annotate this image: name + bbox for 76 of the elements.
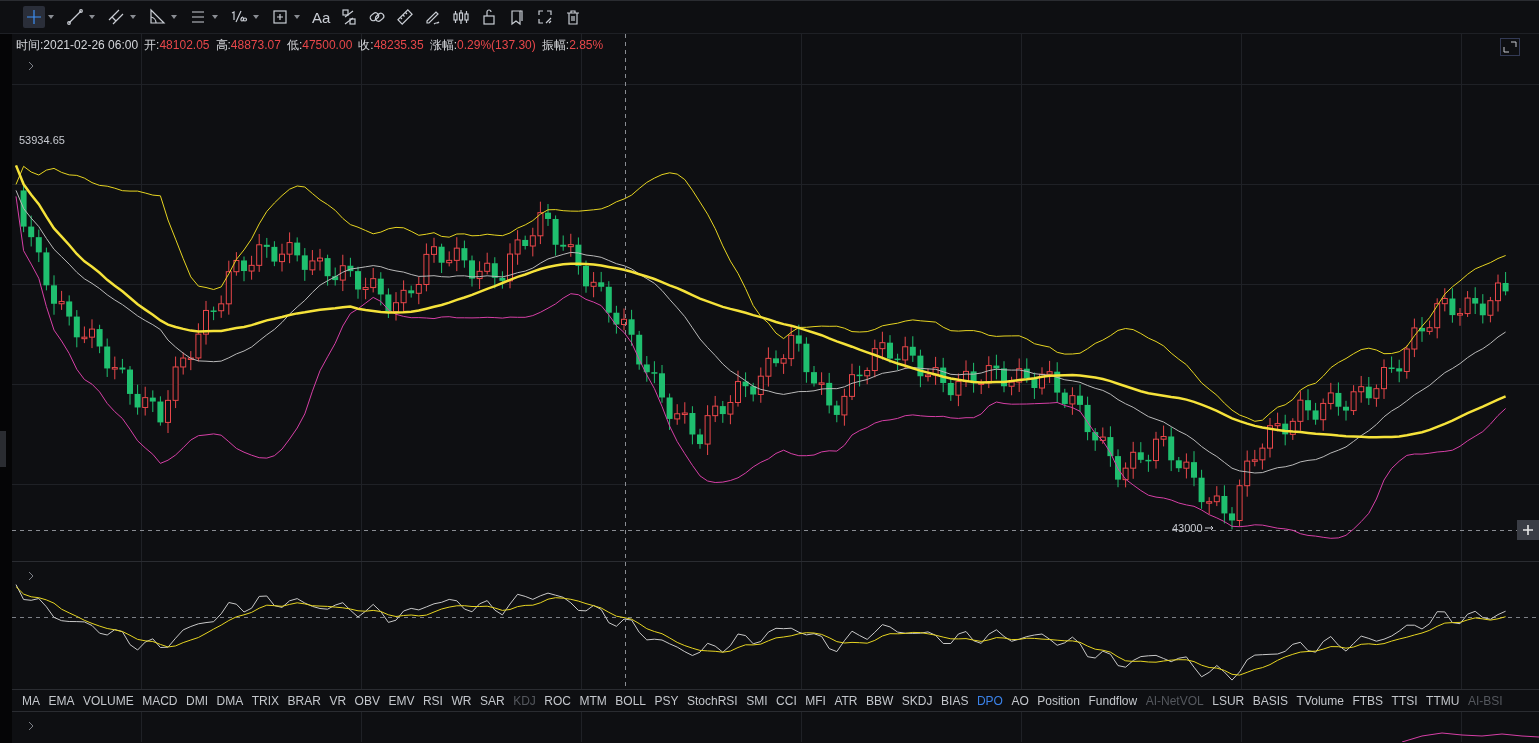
indicator-tab[interactable]: EMV	[388, 693, 415, 708]
snapshot-icon	[536, 8, 555, 26]
caret-icon[interactable]	[89, 15, 95, 19]
indicator-tab[interactable]: Fundflow	[1088, 693, 1138, 708]
info-label: 涨幅:	[429, 38, 458, 52]
horizontal-lines-icon	[189, 8, 207, 26]
indicator-tab[interactable]: VOLUME	[83, 693, 134, 708]
arrow-icon	[1204, 525, 1215, 531]
indicator-tab[interactable]: ROC	[544, 693, 571, 708]
indicator-tab[interactable]: SAR	[479, 693, 505, 708]
indicator-tab[interactable]: MFI	[805, 693, 826, 708]
indicator-tab[interactable]: TRIX	[251, 693, 280, 708]
indicator-tab[interactable]: RSI	[422, 693, 443, 708]
indicator-tab[interactable]: DMA	[216, 693, 244, 708]
indicator-tab[interactable]: SMI	[746, 693, 768, 708]
angle-icon	[148, 8, 166, 26]
info-label: 收:	[358, 38, 374, 52]
caret-icon[interactable]	[253, 15, 259, 19]
info-label: 低:	[286, 38, 303, 52]
indicator-tab[interactable]: BIAS	[941, 693, 969, 708]
info-value: 48102.05	[159, 38, 210, 52]
line-tool-icon	[66, 8, 84, 26]
parallel-lines-icon	[107, 8, 125, 26]
plus-icon	[1523, 525, 1533, 535]
fullscreen-icon[interactable]	[1500, 38, 1520, 56]
indicator-tab[interactable]: BASIS	[1252, 693, 1289, 708]
price-label: 53934.65	[19, 134, 65, 146]
indicator-tab[interactable]: VR	[329, 693, 347, 708]
info-label: 时间:	[16, 38, 44, 52]
indicator-tab[interactable]: BRAR	[287, 693, 321, 708]
indicator-tab[interactable]: BBW	[866, 693, 894, 708]
caret-icon[interactable]	[171, 15, 177, 19]
text-tool-button[interactable]: Aa	[310, 6, 333, 28]
info-value: 0.29%(137.30)	[457, 38, 536, 52]
box-plus-icon	[271, 8, 289, 26]
indicator-tab[interactable]: Position	[1037, 693, 1080, 708]
indicator-tab[interactable]: LSUR	[1212, 693, 1245, 708]
indicator-tab[interactable]: DPO	[976, 693, 1003, 708]
caret-icon[interactable]	[48, 15, 54, 19]
indicator-tab[interactable]: SKDJ	[901, 693, 933, 708]
info-label: 高:	[215, 38, 231, 52]
crosshair-button[interactable]	[23, 6, 45, 28]
indicator-tab[interactable]: ATR	[834, 693, 858, 708]
indicator-tab[interactable]: TTMU	[1426, 693, 1460, 708]
indicator-tab[interactable]: TTSI	[1391, 693, 1418, 708]
caret-icon[interactable]	[130, 15, 136, 19]
info-value: 2.85%	[569, 38, 604, 52]
candles-icon	[452, 8, 471, 26]
indicator-tab[interactable]: TVolume	[1296, 693, 1344, 708]
indicator-tab[interactable]: DMI	[186, 693, 209, 708]
caret-icon[interactable]	[294, 15, 300, 19]
pattern-tool-icon	[340, 8, 359, 26]
indicator-tab[interactable]: WR	[451, 693, 472, 708]
info-value: 2021-02-26 06:00	[43, 38, 139, 52]
indicator-tab[interactable]: EMA	[48, 693, 75, 708]
indicator-tab[interactable]: MA	[22, 693, 40, 708]
indicator-tab[interactable]: StochRSI	[687, 693, 738, 708]
line-tool-button[interactable]	[64, 6, 86, 28]
indicator-tab[interactable]: PSY	[654, 693, 679, 708]
indicator-tab[interactable]: MTM	[579, 693, 607, 708]
info-label: 振幅:	[541, 38, 570, 52]
crosshair-icon	[25, 8, 43, 26]
info-value: 48235.35	[373, 38, 424, 52]
indicator-tab[interactable]: FTBS	[1352, 693, 1384, 708]
caret-icon[interactable]	[212, 15, 218, 19]
price-label: 43000	[1172, 522, 1203, 534]
indicator-tab[interactable]: AO	[1011, 693, 1029, 708]
info-label: 开:	[144, 38, 160, 52]
side-panel-handle[interactable]	[0, 430, 6, 467]
indicator-tab[interactable]: BOLL	[615, 693, 646, 708]
indicator-tab[interactable]: CCI	[776, 693, 797, 708]
indicator-tab[interactable]: OBV	[354, 693, 380, 708]
add-button[interactable]	[1517, 520, 1539, 540]
indicator-tab[interactable]: MACD	[142, 693, 178, 708]
info-value: 47500.00	[302, 38, 353, 52]
ruler-icon	[396, 8, 415, 26]
